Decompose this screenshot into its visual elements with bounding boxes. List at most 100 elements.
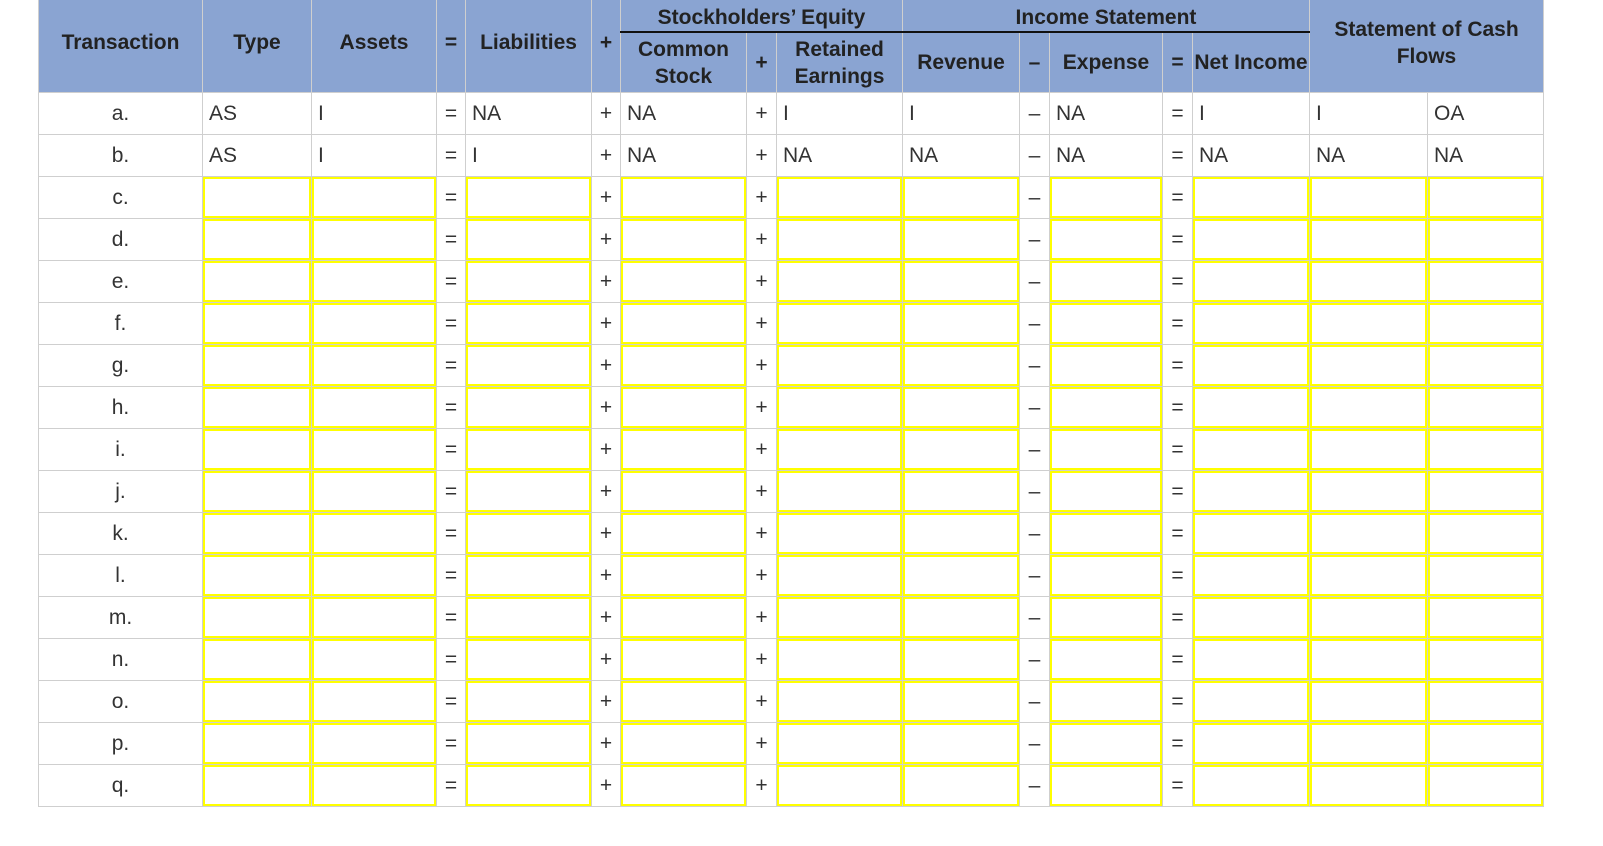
net-income-input[interactable]: [1193, 555, 1309, 596]
revenue-input[interactable]: [903, 345, 1019, 386]
common-stock-input[interactable]: [621, 555, 746, 596]
revenue-input[interactable]: [903, 597, 1019, 638]
expense-input[interactable]: [1050, 723, 1162, 764]
expense-input[interactable]: [1050, 513, 1162, 554]
revenue-input[interactable]: [903, 639, 1019, 680]
net-income-input[interactable]: [1193, 177, 1309, 218]
net-income-input[interactable]: [1193, 303, 1309, 344]
liabilities-input[interactable]: [466, 345, 591, 386]
cash-activity-input[interactable]: [1428, 177, 1543, 218]
cash-activity-input[interactable]: [1428, 345, 1543, 386]
assets-input[interactable]: [312, 219, 436, 260]
cash-amount-input[interactable]: [1310, 765, 1427, 806]
cash-amount-input[interactable]: [1310, 597, 1427, 638]
revenue-input[interactable]: [903, 219, 1019, 260]
liabilities-input[interactable]: [466, 219, 591, 260]
retained-earnings-input[interactable]: [777, 303, 902, 344]
cash-activity-input[interactable]: [1428, 471, 1543, 512]
retained-earnings-input[interactable]: [777, 639, 902, 680]
liabilities-input[interactable]: [466, 555, 591, 596]
revenue-input[interactable]: [903, 471, 1019, 512]
retained-earnings-input[interactable]: [777, 555, 902, 596]
cash-amount-input[interactable]: [1310, 177, 1427, 218]
assets-input[interactable]: [312, 681, 436, 722]
common-stock-input[interactable]: [621, 219, 746, 260]
net-income-input[interactable]: [1193, 471, 1309, 512]
cash-amount-input[interactable]: [1310, 219, 1427, 260]
expense-input[interactable]: [1050, 555, 1162, 596]
assets-input[interactable]: [312, 471, 436, 512]
cash-amount-input[interactable]: [1310, 555, 1427, 596]
assets-input[interactable]: [312, 765, 436, 806]
net-income-input[interactable]: [1193, 723, 1309, 764]
common-stock-input[interactable]: [621, 639, 746, 680]
common-stock-input[interactable]: [621, 345, 746, 386]
retained-earnings-input[interactable]: [777, 261, 902, 302]
retained-earnings-input[interactable]: [777, 345, 902, 386]
cash-amount-input[interactable]: [1310, 471, 1427, 512]
liabilities-input[interactable]: [466, 723, 591, 764]
assets-input[interactable]: [312, 177, 436, 218]
cash-amount-input[interactable]: [1310, 303, 1427, 344]
liabilities-input[interactable]: [466, 513, 591, 554]
net-income-input[interactable]: [1193, 219, 1309, 260]
retained-earnings-input[interactable]: [777, 177, 902, 218]
cash-amount-input[interactable]: [1310, 723, 1427, 764]
cash-amount-input[interactable]: [1310, 639, 1427, 680]
expense-input[interactable]: [1050, 429, 1162, 470]
revenue-input[interactable]: [903, 429, 1019, 470]
cash-activity-input[interactable]: [1428, 261, 1543, 302]
type-input[interactable]: [203, 513, 311, 554]
retained-earnings-input[interactable]: [777, 429, 902, 470]
expense-input[interactable]: [1050, 345, 1162, 386]
expense-input[interactable]: [1050, 303, 1162, 344]
cash-amount-input[interactable]: [1310, 513, 1427, 554]
liabilities-input[interactable]: [466, 303, 591, 344]
type-input[interactable]: [203, 219, 311, 260]
common-stock-input[interactable]: [621, 303, 746, 344]
common-stock-input[interactable]: [621, 597, 746, 638]
net-income-input[interactable]: [1193, 345, 1309, 386]
retained-earnings-input[interactable]: [777, 597, 902, 638]
net-income-input[interactable]: [1193, 639, 1309, 680]
common-stock-input[interactable]: [621, 513, 746, 554]
net-income-input[interactable]: [1193, 597, 1309, 638]
cash-activity-input[interactable]: [1428, 513, 1543, 554]
retained-earnings-input[interactable]: [777, 765, 902, 806]
retained-earnings-input[interactable]: [777, 219, 902, 260]
liabilities-input[interactable]: [466, 261, 591, 302]
cash-activity-input[interactable]: [1428, 597, 1543, 638]
assets-input[interactable]: [312, 261, 436, 302]
expense-input[interactable]: [1050, 597, 1162, 638]
liabilities-input[interactable]: [466, 429, 591, 470]
net-income-input[interactable]: [1193, 681, 1309, 722]
type-input[interactable]: [203, 681, 311, 722]
liabilities-input[interactable]: [466, 597, 591, 638]
liabilities-input[interactable]: [466, 765, 591, 806]
expense-input[interactable]: [1050, 681, 1162, 722]
cash-activity-input[interactable]: [1428, 555, 1543, 596]
expense-input[interactable]: [1050, 471, 1162, 512]
revenue-input[interactable]: [903, 387, 1019, 428]
expense-input[interactable]: [1050, 177, 1162, 218]
cash-activity-input[interactable]: [1428, 723, 1543, 764]
retained-earnings-input[interactable]: [777, 723, 902, 764]
expense-input[interactable]: [1050, 639, 1162, 680]
revenue-input[interactable]: [903, 765, 1019, 806]
cash-amount-input[interactable]: [1310, 261, 1427, 302]
net-income-input[interactable]: [1193, 429, 1309, 470]
retained-earnings-input[interactable]: [777, 681, 902, 722]
common-stock-input[interactable]: [621, 177, 746, 218]
common-stock-input[interactable]: [621, 723, 746, 764]
net-income-input[interactable]: [1193, 261, 1309, 302]
expense-input[interactable]: [1050, 765, 1162, 806]
revenue-input[interactable]: [903, 723, 1019, 764]
common-stock-input[interactable]: [621, 387, 746, 428]
expense-input[interactable]: [1050, 219, 1162, 260]
type-input[interactable]: [203, 555, 311, 596]
common-stock-input[interactable]: [621, 471, 746, 512]
liabilities-input[interactable]: [466, 471, 591, 512]
common-stock-input[interactable]: [621, 765, 746, 806]
assets-input[interactable]: [312, 513, 436, 554]
retained-earnings-input[interactable]: [777, 513, 902, 554]
